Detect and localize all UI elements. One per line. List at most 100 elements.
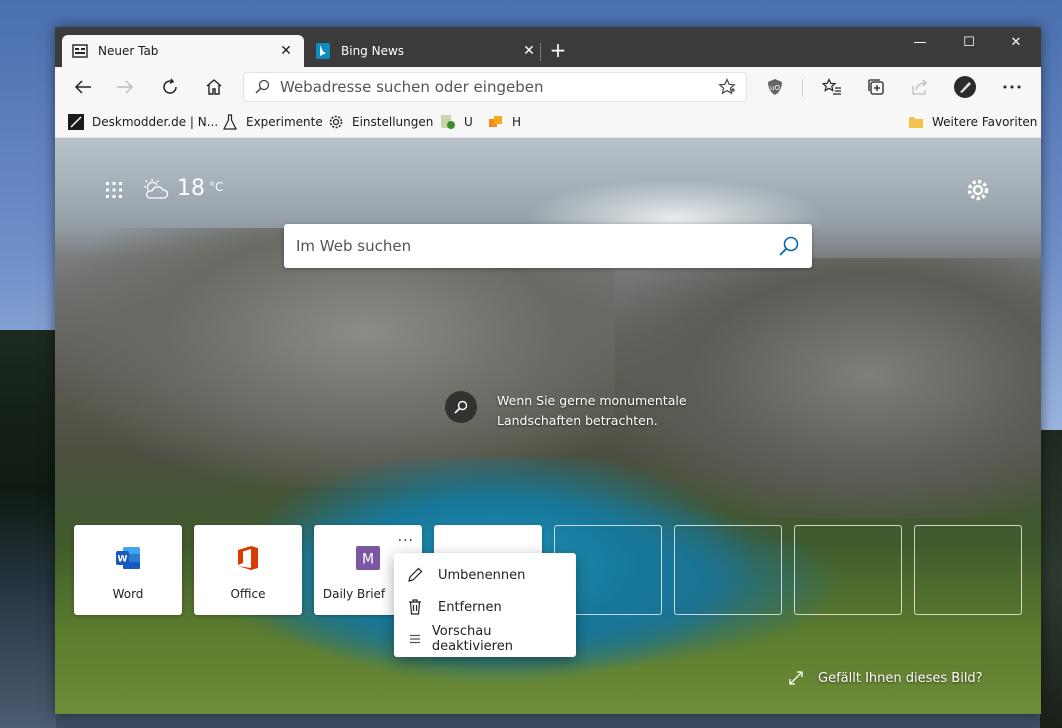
favorite-label: Experimente: [246, 115, 323, 129]
new-tab-button[interactable]: +: [546, 39, 570, 63]
favorite-label: H: [512, 115, 522, 129]
arrow-left-icon: [74, 80, 91, 94]
close-icon[interactable]: ✕: [278, 43, 294, 59]
tab-separator: [540, 43, 541, 61]
favorite-experimente[interactable]: Experimente: [222, 114, 323, 130]
svg-text:W: W: [118, 555, 128, 565]
quick-link-label: Office: [230, 587, 266, 601]
ublock-icon: uO: [768, 79, 782, 95]
gear-icon: [328, 114, 344, 130]
folder-icon: [908, 114, 924, 130]
desktop-background-right: [1040, 430, 1062, 728]
quick-link-label: Word: [112, 587, 144, 601]
tab-label: Neuer Tab: [98, 44, 159, 58]
tab-bing-news[interactable]: Bing News ✕: [305, 35, 547, 67]
address-placeholder: Webadresse suchen oder eingeben: [280, 78, 544, 96]
daily-brief-icon: M: [355, 545, 381, 571]
tab-strip: Neuer Tab ✕ Bing News ✕ + — ☐ ✕: [55, 27, 1041, 67]
favorite-label: U: [464, 115, 473, 129]
deskmodder-icon: [68, 114, 84, 130]
ublock-extension-button[interactable]: uO: [760, 73, 790, 101]
favorite-label: Deskmodder.de | N...: [92, 115, 219, 129]
quick-link-word[interactable]: W Word: [74, 525, 182, 615]
favorite-deskmodder[interactable]: Deskmodder.de | N...: [68, 114, 218, 130]
page-settings-button[interactable]: [966, 178, 992, 204]
favorite-weitere-favoriten[interactable]: Weitere Favoriten: [908, 114, 1037, 130]
flask-icon: [222, 114, 238, 130]
share-button[interactable]: [905, 73, 935, 101]
forward-button[interactable]: [110, 73, 140, 101]
favorite-u[interactable]: U: [440, 114, 473, 130]
menu-item-rename[interactable]: Umbenennen: [394, 559, 576, 591]
profile-button[interactable]: [950, 73, 980, 101]
weather-unit: °C: [209, 180, 224, 194]
like-image-prompt[interactable]: Gefällt Ihnen dieses Bild?: [788, 670, 983, 686]
web-search-box[interactable]: Im Web suchen: [284, 224, 812, 268]
weather-widget[interactable]: 18 °C: [143, 176, 223, 201]
refresh-button[interactable]: [155, 73, 185, 101]
tab-neuer-tab[interactable]: Neuer Tab ✕: [62, 35, 304, 67]
share-icon: [912, 79, 927, 95]
browser-window: Neuer Tab ✕ Bing News ✕ + — ☐ ✕ Webadres…: [55, 27, 1041, 714]
minimize-button[interactable]: —: [897, 27, 943, 57]
like-prompt-text: Gefällt Ihnen dieses Bild?: [818, 670, 983, 686]
image-info-text: Wenn Sie gerne monumentale Landschaften …: [497, 393, 687, 428]
collections-icon: [868, 79, 884, 95]
office-icon: [235, 545, 261, 571]
close-icon[interactable]: ✕: [521, 43, 537, 59]
quick-link-add-slot[interactable]: [794, 525, 902, 615]
tile-context-menu: Umbenennen Entfernen Vorschau deaktivier…: [394, 553, 576, 657]
close-window-button[interactable]: ✕: [993, 27, 1039, 57]
partly-cloudy-icon: [144, 178, 169, 199]
bing-icon: [315, 43, 331, 59]
arrow-right-icon: [117, 80, 134, 94]
maximize-icon: ☐: [963, 34, 975, 50]
tab-label: Bing News: [341, 44, 405, 58]
close-icon: ✕: [1010, 34, 1022, 50]
app-launcher-button[interactable]: [105, 181, 125, 201]
star-add-icon[interactable]: [718, 78, 736, 96]
menu-item-label: Umbenennen: [438, 567, 526, 583]
menu-item-label: Entfernen: [438, 599, 502, 615]
pencil-icon: [406, 566, 424, 584]
image-search-button[interactable]: [445, 391, 477, 423]
favorite-h[interactable]: H: [488, 114, 521, 130]
home-button[interactable]: [199, 73, 229, 101]
extension-u-icon: [440, 114, 456, 130]
favorites-bar: Deskmodder.de | N... Experimente Einstel…: [55, 107, 1041, 138]
new-tab-page: 18 °C Im Web suchen Wenn Sie gerne monum…: [55, 138, 1041, 714]
trash-icon: [406, 598, 424, 616]
collections-button[interactable]: [861, 73, 891, 101]
more-menu-button[interactable]: [997, 73, 1027, 101]
search-icon[interactable]: [778, 235, 800, 257]
home-icon: [206, 79, 222, 95]
toolbar: Webadresse suchen oder eingeben uO: [55, 67, 1041, 107]
refresh-icon: [163, 78, 177, 94]
toolbar-separator: [802, 79, 803, 97]
newtab-icon: [72, 43, 88, 59]
back-button[interactable]: [68, 73, 98, 101]
favorites-button[interactable]: [817, 73, 847, 101]
quick-link-office[interactable]: Office: [194, 525, 302, 615]
address-bar[interactable]: Webadresse suchen oder eingeben: [243, 72, 747, 102]
word-icon: W: [115, 545, 141, 571]
tile-more-button[interactable]: ...: [398, 529, 414, 545]
list-icon: [406, 630, 424, 648]
favorite-einstellungen[interactable]: Einstellungen: [328, 114, 433, 130]
grid-icon: [106, 182, 122, 198]
search-icon: [255, 79, 270, 94]
menu-item-disable-preview[interactable]: Vorschau deaktivieren: [394, 623, 576, 655]
menu-item-remove[interactable]: Entfernen: [394, 591, 576, 623]
quick-link-add-slot[interactable]: [674, 525, 782, 615]
image-info[interactable]: Wenn Sie gerne monumentale Landschaften …: [445, 391, 697, 431]
svg-text:uO: uO: [770, 84, 780, 92]
favorite-label: Weitere Favoriten: [932, 115, 1038, 129]
extension-h-icon: [488, 114, 504, 130]
menu-item-label: Vorschau deaktivieren: [431, 624, 513, 654]
weather-temperature: 18: [177, 176, 205, 201]
more-icon: [1003, 85, 1021, 89]
gear-icon: [967, 179, 989, 201]
quick-link-label: Daily Brief: [322, 587, 386, 601]
quick-link-add-slot[interactable]: [914, 525, 1022, 615]
maximize-button[interactable]: ☐: [946, 27, 992, 57]
